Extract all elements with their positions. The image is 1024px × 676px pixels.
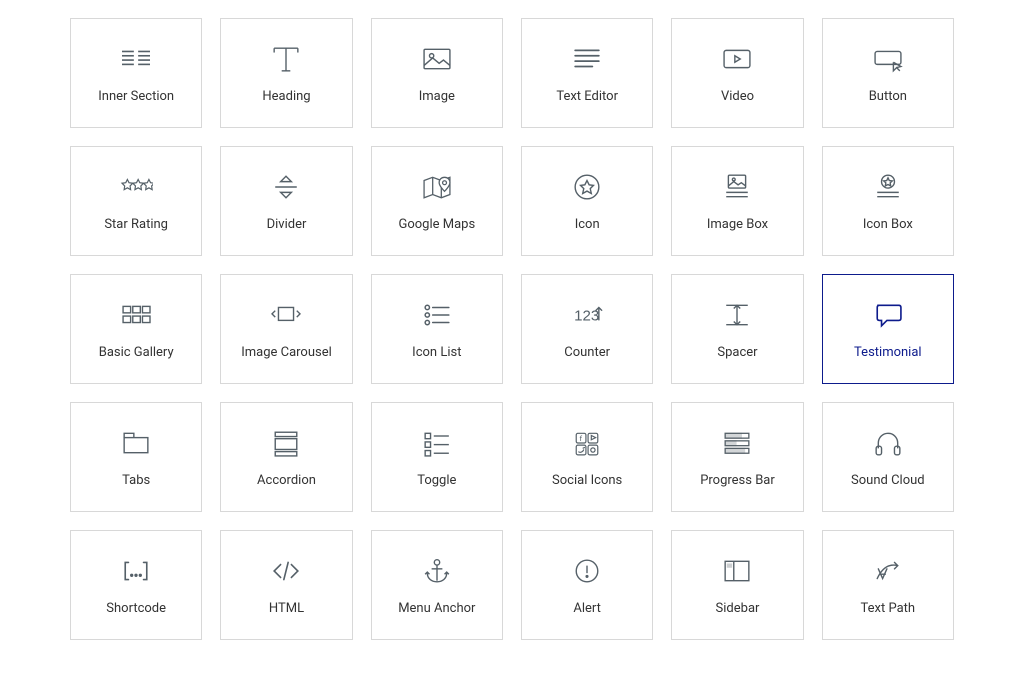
widget-html[interactable]: HTML — [220, 530, 352, 640]
widget-label: HTML — [269, 601, 304, 616]
anchor-icon — [420, 555, 454, 587]
widget-label: Video — [721, 89, 754, 104]
star-rating-icon — [119, 171, 153, 203]
widget-text-path[interactable]: Text Path — [822, 530, 954, 640]
widget-label: Social Icons — [552, 473, 622, 488]
shortcode-icon — [119, 555, 153, 587]
widget-label: Icon Box — [863, 217, 913, 232]
widget-accordion[interactable]: Accordion — [220, 402, 352, 512]
widget-star-rating[interactable]: Star Rating — [70, 146, 202, 256]
button-icon — [871, 43, 905, 75]
widget-label: Inner Section — [98, 89, 174, 104]
widget-progress-bar[interactable]: Progress Bar — [671, 402, 803, 512]
gallery-icon — [119, 299, 153, 331]
widget-text-editor[interactable]: Text Editor — [521, 18, 653, 128]
widget-label: Counter — [564, 345, 610, 360]
widget-google-maps[interactable]: Google Maps — [371, 146, 503, 256]
widget-label: Sound Cloud — [851, 473, 925, 488]
widget-divider[interactable]: Divider — [220, 146, 352, 256]
icon-box-icon — [871, 171, 905, 203]
widget-menu-anchor[interactable]: Menu Anchor — [371, 530, 503, 640]
video-icon — [720, 43, 754, 75]
widget-sound-cloud[interactable]: Sound Cloud — [822, 402, 954, 512]
widget-label: Accordion — [257, 473, 316, 488]
image-icon — [420, 43, 454, 75]
widget-sidebar[interactable]: Sidebar — [671, 530, 803, 640]
widget-image[interactable]: Image — [371, 18, 503, 128]
widget-label: Progress Bar — [700, 473, 775, 488]
google-maps-icon — [420, 171, 454, 203]
widget-heading[interactable]: Heading — [220, 18, 352, 128]
social-icons-icon — [570, 427, 604, 459]
counter-icon — [570, 299, 604, 331]
widget-label: Button — [869, 89, 907, 104]
text-editor-icon — [570, 43, 604, 75]
widget-label: Text Editor — [556, 89, 618, 104]
widget-icon[interactable]: Icon — [521, 146, 653, 256]
widget-label: Image — [419, 89, 455, 104]
widget-tabs[interactable]: Tabs — [70, 402, 202, 512]
widget-toggle[interactable]: Toggle — [371, 402, 503, 512]
text-path-icon — [871, 555, 905, 587]
headphones-icon — [871, 427, 905, 459]
spacer-icon — [720, 299, 754, 331]
toggle-icon — [420, 427, 454, 459]
icon-list-icon — [420, 299, 454, 331]
widget-icon-list[interactable]: Icon List — [371, 274, 503, 384]
star-circle-icon — [570, 171, 604, 203]
heading-icon — [269, 43, 303, 75]
widget-label: Alert — [573, 601, 601, 616]
widget-label: Testimonial — [854, 345, 922, 360]
testimonial-icon — [871, 299, 905, 331]
widget-label: Spacer — [717, 345, 757, 360]
sidebar-icon — [720, 555, 754, 587]
widget-label: Google Maps — [398, 217, 475, 232]
inner-section-icon — [119, 43, 153, 75]
widget-label: Icon List — [412, 345, 461, 360]
tabs-icon — [119, 427, 153, 459]
widget-label: Toggle — [417, 473, 456, 488]
widget-label: Icon — [575, 217, 600, 232]
progress-bar-icon — [720, 427, 754, 459]
widget-label: Tabs — [122, 473, 150, 488]
image-box-icon — [720, 171, 754, 203]
widget-image-carousel[interactable]: Image Carousel — [220, 274, 352, 384]
carousel-icon — [269, 299, 303, 331]
widget-label: Shortcode — [106, 601, 166, 616]
widget-label: Divider — [267, 217, 307, 232]
widget-grid: Inner Section Heading Image Text Editor Vide… — [70, 18, 954, 640]
widget-label: Image Carousel — [241, 345, 332, 360]
accordion-icon — [269, 427, 303, 459]
widget-label: Sidebar — [716, 601, 760, 616]
widget-inner-section[interactable]: Inner Section — [70, 18, 202, 128]
widget-label: Image Box — [707, 217, 768, 232]
widget-alert[interactable]: Alert — [521, 530, 653, 640]
code-icon — [269, 555, 303, 587]
widget-testimonial[interactable]: Testimonial — [822, 274, 954, 384]
widget-label: Basic Gallery — [99, 345, 174, 360]
widget-label: Star Rating — [104, 217, 168, 232]
widget-basic-gallery[interactable]: Basic Gallery — [70, 274, 202, 384]
widget-shortcode[interactable]: Shortcode — [70, 530, 202, 640]
widget-button[interactable]: Button — [822, 18, 954, 128]
widget-social-icons[interactable]: Social Icons — [521, 402, 653, 512]
widget-spacer[interactable]: Spacer — [671, 274, 803, 384]
divider-icon — [269, 171, 303, 203]
widget-video[interactable]: Video — [671, 18, 803, 128]
widget-label: Heading — [262, 89, 310, 104]
widget-icon-box[interactable]: Icon Box — [822, 146, 954, 256]
widget-image-box[interactable]: Image Box — [671, 146, 803, 256]
widget-counter[interactable]: Counter — [521, 274, 653, 384]
widget-label: Menu Anchor — [398, 601, 475, 616]
alert-icon — [570, 555, 604, 587]
widget-label: Text Path — [861, 601, 916, 616]
